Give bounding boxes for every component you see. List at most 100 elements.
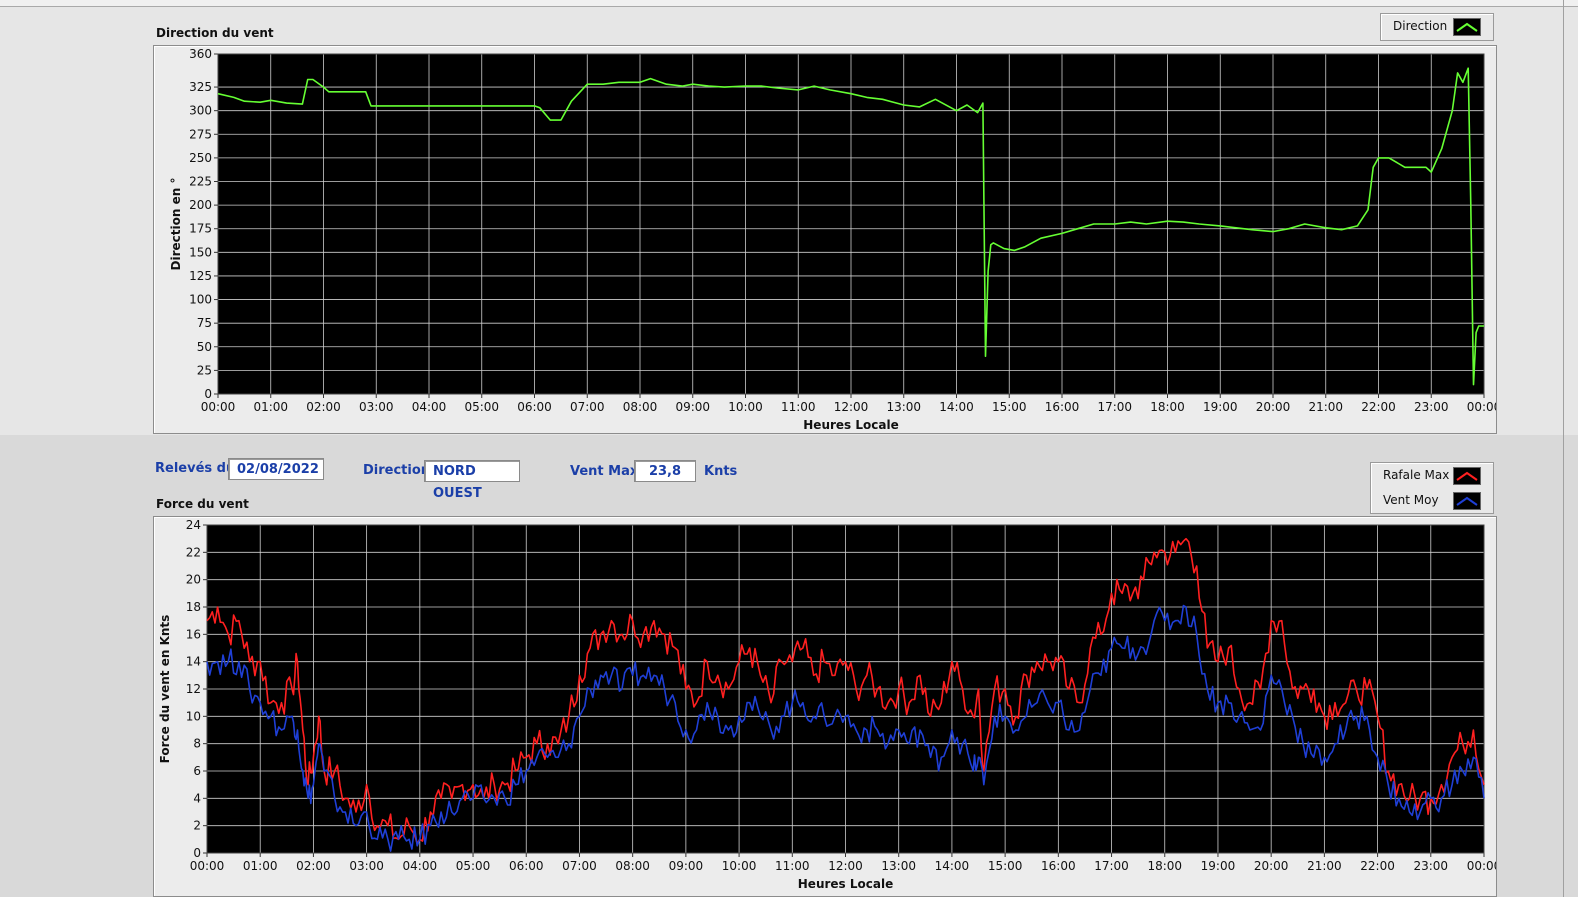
force-xtick-label: 21:00 (1307, 859, 1342, 873)
legend-item-ventmoy[interactable]: Vent Moy (1371, 488, 1493, 512)
force-legend: Rafale Max Vent Moy (1370, 462, 1494, 514)
direction-ytick-label: 300 (189, 104, 212, 118)
direction-xtick-label: 23:00 (1414, 400, 1449, 414)
force-xtick-label: 08:00 (615, 859, 650, 873)
direction-xtick-label: 18:00 (1150, 400, 1185, 414)
direction-ytick-label: 325 (189, 80, 212, 94)
direction-xtick-label: 09:00 (675, 400, 710, 414)
direction-xtick-label: 00:00 (201, 400, 236, 414)
direction-ytick-label: 0 (204, 387, 212, 401)
direction-xtick-label: 10:00 (728, 400, 763, 414)
direction-xtick-label: 15:00 (992, 400, 1027, 414)
direction-ytick-label: 100 (189, 293, 212, 307)
force-xtick-label: 06:00 (509, 859, 544, 873)
force-xtick-label: 14:00 (935, 859, 970, 873)
force-ytick-label: 8 (193, 737, 201, 751)
direction-xtick-label: 04:00 (412, 400, 447, 414)
legend-label-ventmoy: Vent Moy (1383, 493, 1439, 507)
direction-xtick-label: 01:00 (253, 400, 288, 414)
direction-legend: Direction (1380, 13, 1494, 41)
direction-y-axis-title: Direction en ° (169, 178, 183, 271)
force-xtick-label: 16:00 (1041, 859, 1076, 873)
force-ytick-label: 16 (186, 627, 201, 641)
line-swatch-icon (1453, 467, 1481, 485)
force-y-axis-title: Force du vent en Knts (158, 615, 172, 764)
force-xtick-label: 12:00 (828, 859, 863, 873)
direction-ytick-label: 50 (197, 340, 212, 354)
force-xtick-label: 05:00 (456, 859, 491, 873)
releves-label: Relevés du (155, 461, 236, 476)
direction-ytick-label: 150 (189, 245, 212, 259)
direction-xtick-label: 21:00 (1308, 400, 1343, 414)
force-ytick-label: 20 (186, 573, 201, 587)
legend-label-rafale: Rafale Max (1383, 468, 1450, 482)
force-ytick-label: 0 (193, 846, 201, 860)
ventmax-unit: Knts (704, 464, 738, 479)
direction-xtick-label: 02:00 (306, 400, 341, 414)
direction-ytick-label: 25 (197, 363, 212, 377)
direction-xtick-label: 20:00 (1256, 400, 1291, 414)
ventmax-field[interactable]: 23,8 (634, 460, 696, 482)
direction-xtick-label: 03:00 (359, 400, 394, 414)
force-xtick-label: 17:00 (1094, 859, 1129, 873)
direction-field[interactable]: NORD OUEST (424, 460, 520, 501)
direction-ytick-label: 125 (189, 269, 212, 283)
direction-label: Direction (363, 463, 431, 478)
force-ytick-label: 4 (193, 791, 201, 805)
direction-xtick-label: 13:00 (886, 400, 921, 414)
direction-ytick-label: 200 (189, 198, 212, 212)
force-xtick-label: 19:00 (1201, 859, 1236, 873)
direction-xtick-label: 16:00 (1045, 400, 1080, 414)
force-ytick-label: 6 (193, 764, 201, 778)
direction-xtick-label: 19:00 (1203, 400, 1238, 414)
direction-xtick-label: 07:00 (570, 400, 605, 414)
ventmax-label: Vent Max (570, 464, 639, 479)
direction-chart-title: Direction du vent (156, 26, 274, 40)
force-chart: 00:00 01:00 02:00 03:00 04:00 05:00 06:00 07:00… (158, 518, 1496, 891)
right-divider (1563, 0, 1564, 897)
line-swatch-icon (1453, 18, 1481, 36)
force-xtick-label: 03:00 (349, 859, 384, 873)
force-xtick-label: 02:00 (296, 859, 331, 873)
direction-ytick-label: 75 (197, 316, 212, 330)
direction-xtick-label: 14:00 (939, 400, 974, 414)
force-ytick-label: 12 (186, 682, 201, 696)
direction-xtick-label: 00:00 (1467, 400, 1496, 414)
direction-ytick-label: 250 (189, 151, 212, 165)
force-ytick-label: 2 (193, 819, 201, 833)
direction-xtick-label: 12:00 (834, 400, 869, 414)
force-chart-title: Force du vent (156, 497, 249, 511)
direction-xtick-label: 05:00 (464, 400, 499, 414)
force-xtick-label: 23:00 (1413, 859, 1448, 873)
direction-xtick-label: 06:00 (517, 400, 552, 414)
force-xtick-label: 15:00 (988, 859, 1023, 873)
force-xtick-label: 04:00 (403, 859, 438, 873)
direction-xtick-label: 08:00 (623, 400, 658, 414)
force-xtick-label: 11:00 (775, 859, 810, 873)
direction-ytick-label: 275 (189, 127, 212, 141)
force-xtick-label: 18:00 (1147, 859, 1182, 873)
force-ytick-label: 10 (186, 709, 201, 723)
legend-item-rafale[interactable]: Rafale Max (1371, 463, 1493, 487)
direction-xtick-label: 11:00 (781, 400, 816, 414)
force-xtick-label: 00:00 (1467, 859, 1496, 873)
force-ytick-label: 18 (186, 600, 201, 614)
legend-label-direction: Direction (1393, 19, 1448, 33)
force-xtick-label: 07:00 (562, 859, 597, 873)
legend-item-direction[interactable]: Direction (1381, 14, 1493, 38)
direction-xtick-label: 22:00 (1361, 400, 1396, 414)
direction-xtick-label: 17:00 (1097, 400, 1132, 414)
direction-ytick-label: 175 (189, 222, 212, 236)
force-xtick-label: 01:00 (243, 859, 278, 873)
force-xtick-label: 10:00 (722, 859, 757, 873)
force-xtick-label: 00:00 (190, 859, 225, 873)
direction-chart: 00:00 01:00 02:00 03:00 04:00 05:00 06:00 07:00… (169, 47, 1496, 432)
window-top-edge (0, 0, 1578, 7)
force-ytick-label: 22 (186, 545, 201, 559)
direction-ytick-label: 225 (189, 175, 212, 189)
direction-ytick-label: 360 (189, 47, 212, 61)
force-ytick-label: 24 (186, 518, 201, 532)
direction-x-axis-title: Heures Locale (803, 418, 898, 432)
force-xtick-label: 09:00 (669, 859, 704, 873)
date-field[interactable]: 02/08/2022 (228, 458, 324, 480)
